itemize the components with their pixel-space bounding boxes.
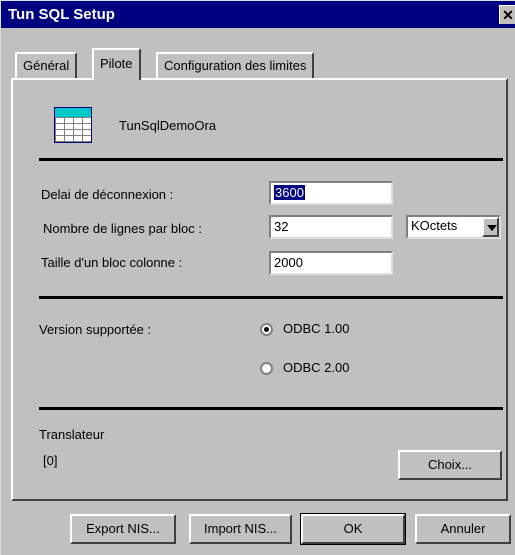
timeout-field[interactable]: 3600: [269, 181, 393, 205]
setup-dialog: Tun SQL Setup ✕ Général Pilote Configura…: [0, 0, 515, 555]
cancel-button[interactable]: Annuler: [415, 514, 511, 544]
window-title: Tun SQL Setup: [8, 6, 115, 23]
tab-pilote[interactable]: Pilote: [92, 48, 141, 80]
cancel-label: Annuler: [440, 521, 486, 536]
driver-name: TunSqlDemoOra: [119, 118, 217, 133]
choose-button-label: Choix...: [427, 457, 473, 472]
unit-dropdown-value: KOctets: [411, 218, 458, 233]
export-nis-label: Export NIS...: [86, 521, 160, 536]
tab-general-label: Général: [23, 58, 70, 73]
close-icon: ✕: [502, 7, 514, 23]
export-nis-button[interactable]: Export NIS...: [70, 514, 176, 544]
separator-middle: [39, 296, 503, 299]
version-label: Version supportée :: [39, 322, 152, 337]
separator-top: [39, 158, 503, 161]
translator-value: [0]: [43, 453, 58, 468]
tab-limits-config[interactable]: Configuration des limites: [156, 52, 315, 78]
column-block-size-value: 2000: [274, 255, 303, 270]
unit-dropdown[interactable]: KOctets: [406, 215, 501, 239]
rows-per-block-field[interactable]: 32: [269, 215, 393, 239]
timeout-value: 3600: [274, 185, 305, 200]
translator-label: Translateur: [39, 427, 105, 442]
table-icon-header: [55, 108, 91, 117]
radio-odbc-1-label: ODBC 1.00: [283, 321, 350, 336]
import-nis-button[interactable]: Import NIS...: [189, 514, 292, 544]
choose-button[interactable]: Choix...: [398, 450, 502, 480]
import-nis-label: Import NIS...: [204, 521, 277, 536]
title-bar: Tun SQL Setup ✕: [1, 1, 515, 28]
tab-general[interactable]: Général: [15, 52, 78, 78]
tab-limits-config-label: Configuration des limites: [164, 58, 307, 73]
rows-per-block-label: Nombre de lignes par bloc :: [43, 221, 202, 236]
table-icon: [54, 107, 92, 143]
ok-button[interactable]: OK: [300, 513, 406, 545]
separator-bottom: [39, 407, 503, 410]
radio-odbc-2-label: ODBC 2.00: [283, 360, 350, 375]
timeout-label: Delai de déconnexion :: [41, 187, 174, 202]
radio-odbc-2[interactable]: [260, 362, 273, 375]
tab-pilote-label: Pilote: [100, 56, 133, 71]
column-block-size-label: Taille d'un bloc colonne :: [41, 255, 183, 270]
ok-label: OK: [343, 521, 363, 536]
column-block-size-field[interactable]: 2000: [269, 251, 393, 275]
chevron-down-icon[interactable]: [482, 217, 499, 237]
close-button[interactable]: ✕: [499, 5, 515, 24]
radio-odbc-1[interactable]: [260, 323, 273, 336]
rows-per-block-value: 32: [274, 219, 289, 234]
table-icon-grid: [55, 117, 91, 142]
